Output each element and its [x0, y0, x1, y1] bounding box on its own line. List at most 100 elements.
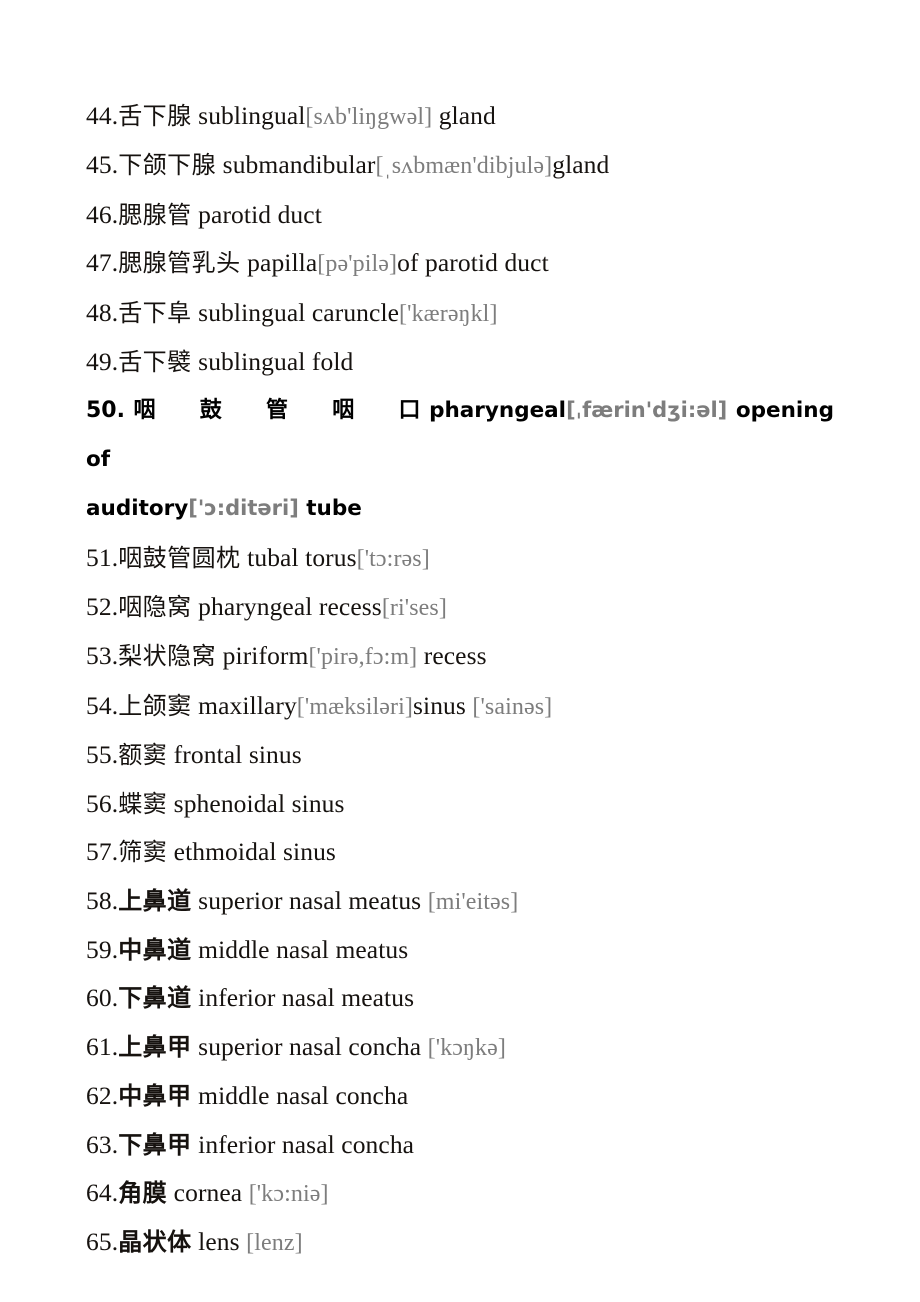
item-number: 46.: [86, 199, 119, 229]
english-term: ethmoidal sinus: [173, 837, 336, 867]
chinese-term: 额窦: [118, 741, 168, 770]
english-term-suffix: gland: [552, 150, 610, 180]
english-term-suffix: of parotid duct: [397, 248, 549, 278]
chinese-term-spread: 咽 鼓 管 咽 口: [134, 387, 421, 435]
english-term: inferior nasal concha: [198, 1129, 415, 1159]
english-term: superior nasal concha: [198, 1031, 422, 1061]
item-number: 52.: [86, 592, 119, 622]
list-item: 62.中鼻甲 middle nasal concha: [86, 1072, 834, 1120]
english-term: cornea: [173, 1177, 243, 1207]
list-item: 48.舌下阜 sublingual caruncle['kærəŋkl]: [86, 289, 834, 338]
phonetic-transcription: [mi'eitəs]: [427, 888, 519, 915]
english-term: pharyngeal: [429, 398, 567, 424]
item-number: 63.: [86, 1129, 119, 1159]
phonetic-transcription: [ˌsʌbmæn'dibjulə]: [375, 153, 553, 180]
phonetic-transcription: ['kɔŋkə]: [427, 1034, 506, 1061]
item-number: 62.: [86, 1081, 119, 1111]
chinese-char: 管: [266, 398, 289, 424]
phonetic-transcription: [sʌb'liŋgwəl]: [305, 104, 433, 130]
item-number: 51.: [86, 542, 119, 572]
item-number: 58.: [86, 885, 119, 915]
english-term: inferior nasal meatus: [198, 983, 415, 1013]
english-term: middle nasal meatus: [198, 934, 409, 964]
item-number: 65.: [86, 1227, 119, 1257]
phonetic-transcription: [pə'pilə]: [317, 251, 398, 278]
item-number: 50.: [86, 398, 125, 424]
english-term: piriform: [222, 641, 309, 671]
item-number: 53.: [86, 641, 119, 671]
chinese-term: 上颌窦: [118, 691, 192, 720]
list-item: 51.咽鼓管圆枕 tubal torus['tɔ:rəs]: [86, 534, 834, 583]
chinese-char: 咽: [332, 398, 355, 424]
list-item: 44.舌下腺 sublingual[sʌb'liŋgwəl] gland: [86, 92, 834, 141]
item-number: 59.: [86, 934, 119, 964]
item-number: 45.: [86, 150, 119, 180]
list-item: 54.上颌窦 maxillary['mæksiləri]sinus ['sain…: [86, 682, 834, 731]
english-term: submandibular: [222, 150, 376, 180]
chinese-term: 舌下襞: [118, 348, 192, 377]
item-number: 54.: [86, 690, 119, 720]
phonetic-transcription: [lenz]: [246, 1230, 303, 1257]
list-item-highlighted: 50. 咽 鼓 管 咽 口 pharyngeal[ˌfærin'dʒi:əl] …: [86, 386, 834, 533]
chinese-term: 中鼻甲: [118, 1082, 192, 1111]
english-term-suffix: gland: [432, 101, 496, 130]
chinese-term: 蝶窦: [118, 789, 168, 818]
item-number: 47.: [86, 248, 119, 278]
english-term: parotid duct: [198, 199, 322, 229]
list-item: 59.中鼻道 middle nasal meatus: [86, 926, 834, 974]
list-item: 45.下颌下腺 submandibular[ˌsʌbmæn'dibjulə]gl…: [86, 141, 834, 190]
phonetic-transcription: ['tɔ:rəs]: [356, 545, 430, 572]
item-number: 60.: [86, 983, 119, 1013]
english-term: pharyngeal recess: [198, 592, 382, 622]
chinese-term: 下鼻道: [118, 984, 192, 1013]
list-item: 65.晶状体 lens [lenz]: [86, 1218, 834, 1267]
chinese-char: 咽: [133, 398, 156, 424]
item-number: 55.: [86, 740, 119, 770]
item-number: 57.: [86, 837, 119, 867]
english-term-of: of: [86, 446, 111, 472]
phonetic-transcription-2: ['sainəs]: [472, 693, 553, 720]
english-term: sublingual: [198, 101, 306, 130]
english-term-suffix: sinus: [412, 690, 466, 720]
item-number: 61.: [86, 1031, 119, 1061]
english-term: frontal sinus: [173, 740, 302, 770]
phonetic-transcription: ['pirə,fɔ:m]: [308, 644, 418, 671]
phonetic-transcription: [ˌfærin'dʒi:əl]: [566, 398, 728, 423]
english-term-suffix: tube: [298, 496, 362, 522]
chinese-term: 腮腺管: [118, 200, 192, 229]
item-number: 48.: [86, 297, 119, 327]
list-item: 52.咽隐窝 pharyngeal recess[ri'ses]: [86, 583, 834, 632]
chinese-term: 舌下腺: [118, 102, 192, 130]
document-page: 44.舌下腺 sublingual[sʌb'liŋgwəl] gland 45.…: [0, 0, 920, 1302]
phonetic-transcription: ['kɔ:niə]: [248, 1180, 329, 1207]
phonetic-transcription: ['kærəŋkl]: [399, 300, 498, 327]
english-term: superior nasal meatus: [198, 885, 422, 915]
list-item: 63.下鼻甲 inferior nasal concha: [86, 1121, 834, 1169]
english-term: sublingual fold: [198, 347, 354, 377]
english-term: maxillary: [198, 690, 297, 720]
list-item: 56.蝶窦 sphenoidal sinus: [86, 780, 834, 828]
chinese-term: 角膜: [118, 1178, 168, 1207]
chinese-term: 下颌下腺: [118, 151, 217, 180]
chinese-char: 口: [398, 398, 421, 424]
item-number: 44.: [86, 101, 119, 130]
list-item: 58.上鼻道 superior nasal meatus [mi'eitəs]: [86, 877, 834, 926]
english-term-mid: opening: [735, 398, 834, 424]
chinese-term: 腮腺管乳头: [118, 249, 241, 278]
chinese-term: 中鼻道: [118, 935, 192, 964]
phonetic-transcription: [ri'ses]: [381, 595, 447, 622]
list-item: 64.角膜 cornea ['kɔ:niə]: [86, 1169, 834, 1218]
chinese-term: 下鼻甲: [118, 1130, 192, 1159]
list-item: 57.筛窦 ethmoidal sinus: [86, 828, 834, 876]
chinese-term: 咽鼓管圆枕: [118, 543, 241, 572]
item-number: 56.: [86, 788, 119, 818]
terminology-list: 44.舌下腺 sublingual[sʌb'liŋgwəl] gland 45.…: [86, 92, 834, 1268]
list-item: 49.舌下襞 sublingual fold: [86, 338, 834, 386]
phonetic-transcription-2: ['ɔ:ditəri]: [188, 496, 299, 521]
chinese-term: 上鼻甲: [118, 1032, 192, 1061]
list-item: 60.下鼻道 inferior nasal meatus: [86, 974, 834, 1022]
phonetic-transcription: ['mæksiləri]: [296, 693, 413, 720]
list-item: 55.额窦 frontal sinus: [86, 731, 834, 779]
english-term: middle nasal concha: [198, 1081, 409, 1111]
item-number: 49.: [86, 347, 119, 377]
